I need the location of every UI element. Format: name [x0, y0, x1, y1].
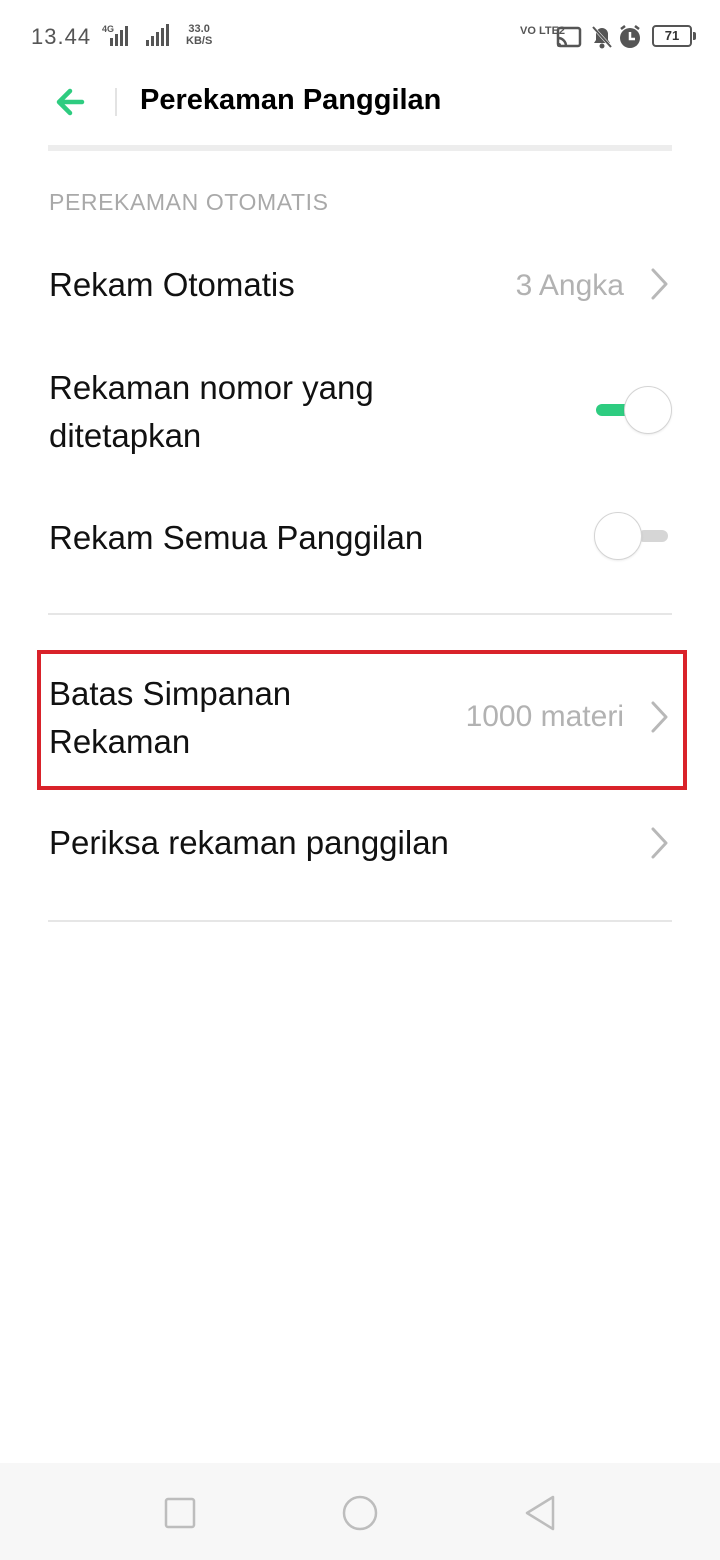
chevron-right-icon [651, 827, 668, 859]
section-divider [48, 920, 672, 922]
toggle-track-off [638, 530, 668, 542]
header-separator [115, 88, 117, 116]
toggle-knob [594, 512, 642, 560]
setting-specified-numbers: Rekaman nomor yang ditetapkan [0, 362, 720, 462]
section-header: PEREKAMAN OTOMATIS [49, 189, 329, 215]
setting-value: 3 Angka [515, 269, 624, 302]
setting-auto-record[interactable]: Rekam Otomatis 3 Angka [0, 255, 720, 315]
toggle-knob [624, 386, 672, 434]
chevron-right-icon [651, 268, 668, 300]
setting-label: Rekaman nomor yang ditetapkan [49, 369, 374, 454]
setting-record-all: Rekam Semua Panggilan [0, 508, 720, 568]
page-title: Perekaman Panggilan [140, 84, 442, 116]
system-nav-bar [0, 1463, 720, 1560]
setting-label: Rekam Otomatis [49, 266, 295, 303]
battery-icon: 71 [652, 25, 696, 47]
record-all-toggle[interactable] [594, 510, 674, 562]
home-circle-icon[interactable] [340, 1493, 380, 1533]
setting-label: Rekam Semua Panggilan [49, 519, 424, 556]
section-divider [48, 613, 672, 615]
alarm-icon [620, 25, 640, 48]
app-header: Perekaman Panggilan [0, 72, 720, 148]
header-divider [48, 145, 672, 151]
back-triangle-icon[interactable] [520, 1493, 560, 1533]
setting-check-recordings[interactable]: Periksa rekaman panggilan [0, 815, 720, 875]
specified-numbers-toggle[interactable] [594, 384, 674, 436]
recents-square-icon[interactable] [160, 1493, 200, 1533]
signal-4g-icon: 4G [102, 24, 169, 46]
status-bar: 13.44 4G 33.0 KB/S VO LTE2 71 [0, 0, 720, 72]
status-icons-right: VO LTE2 [520, 25, 640, 49]
status-time: 13.44 [31, 24, 92, 49]
back-arrow-icon[interactable] [50, 80, 94, 124]
network-speed: 33.0 KB/S [186, 23, 212, 47]
bell-off-icon [591, 25, 613, 49]
speed-value: 33.0 [188, 23, 210, 35]
highlight-box [37, 650, 687, 790]
speed-unit: KB/S [186, 35, 213, 47]
setting-label: Periksa rekaman panggilan [49, 824, 449, 861]
network-type-label: 4G [102, 24, 114, 34]
